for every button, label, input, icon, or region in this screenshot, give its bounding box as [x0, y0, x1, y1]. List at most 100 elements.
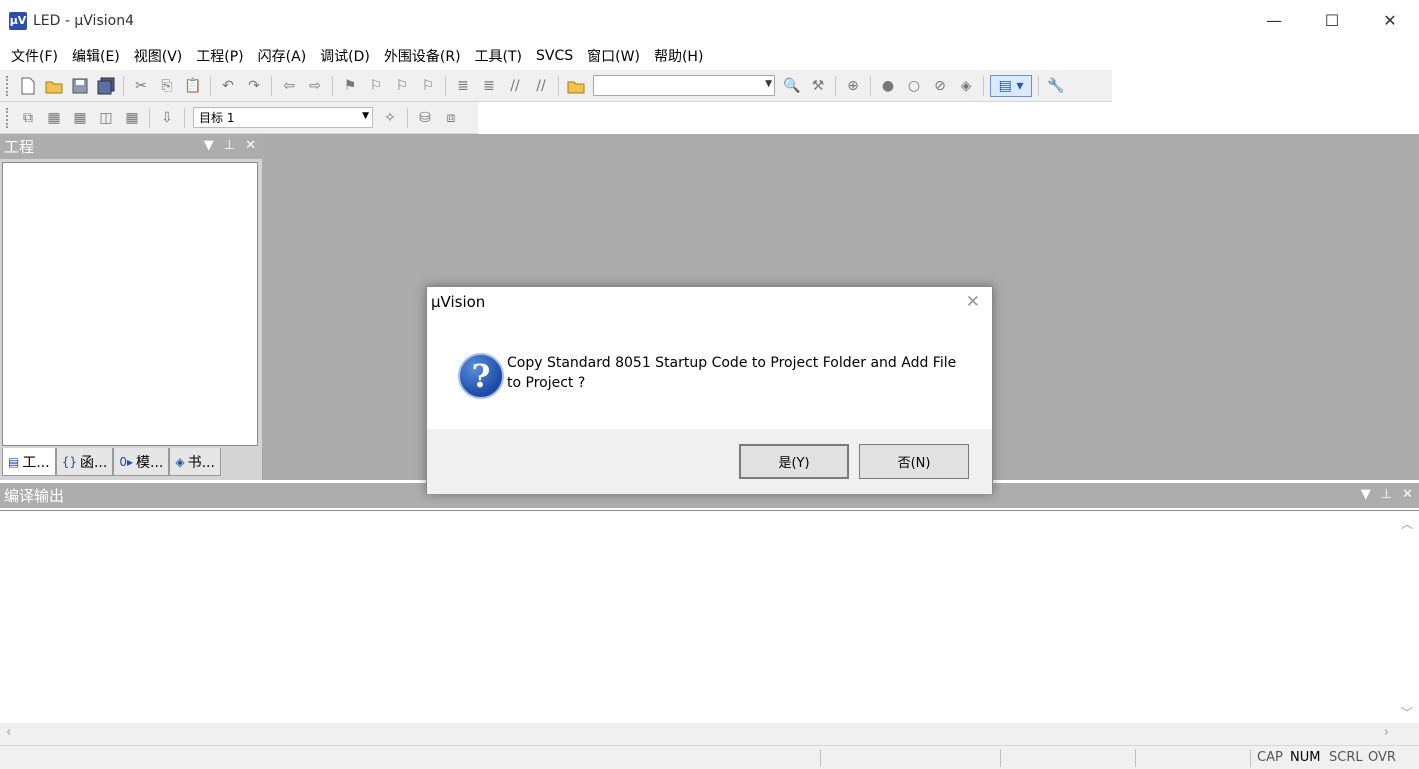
menu-flash[interactable]: 闪存(A) [251, 46, 314, 66]
scroll-left-icon[interactable]: ‹ [6, 725, 11, 740]
scroll-up-icon[interactable]: ︿ [1401, 515, 1413, 532]
menu-edit[interactable]: 编辑(E) [65, 46, 127, 66]
breakpoint-icon[interactable]: ● [877, 75, 899, 97]
target-select[interactable]: 目标 1 ▼ [193, 107, 373, 128]
incremental-find-icon[interactable]: ⚒ [807, 75, 829, 97]
toolbar-grip[interactable] [6, 75, 9, 96]
project-panel-header: 工程 ▼ ⊥ ✕ [0, 134, 262, 159]
menu-bar: 文件(F) 编辑(E) 视图(V) 工程(P) 闪存(A) 调试(D) 外围设备… [0, 41, 1419, 70]
scroll-right-icon[interactable]: › [1384, 725, 1389, 740]
window-layout-icon[interactable]: ▤ ▾ [990, 74, 1032, 97]
menu-project[interactable]: 工程(P) [189, 46, 250, 66]
find-combo[interactable]: ▼ [593, 75, 775, 96]
prev-bookmark-icon[interactable]: ⚐ [365, 75, 387, 97]
horizontal-scrollbar[interactable]: ‹ › [0, 723, 1419, 745]
rebuild-icon[interactable]: ▦ [69, 107, 91, 129]
menu-debug[interactable]: 调试(D) [313, 46, 377, 66]
target-options-icon[interactable]: ✧ [379, 107, 401, 129]
startup-code-dialog: µVision ✕ ? Copy Standard 8051 Startup C… [426, 286, 993, 494]
disable-breakpoint-icon[interactable]: ○ [903, 75, 925, 97]
vertical-scrollbar[interactable]: ︿ ﹀ [1397, 511, 1419, 723]
build-icon[interactable]: ▦ [43, 107, 65, 129]
window-controls: — ☐ ✕ [1245, 0, 1419, 41]
debug-session-icon[interactable]: ⊕ [842, 75, 864, 97]
books-tab-icon: ◈ [175, 454, 185, 469]
build-output[interactable]: ︿ ﹀ ‹ › [0, 510, 1419, 745]
find-icon[interactable]: 🔍 [781, 75, 803, 97]
dialog-close-icon[interactable]: ✕ [966, 292, 980, 312]
tab-functions[interactable]: {} 函... [55, 448, 114, 476]
panel-pin-icon[interactable]: ⊥ [224, 138, 235, 153]
tab-label: 书... [187, 454, 215, 471]
next-bookmark-icon[interactable]: ⚐ [391, 75, 413, 97]
no-button[interactable]: 否(N) [859, 444, 969, 479]
scroll-down-icon[interactable]: ﹀ [1401, 704, 1413, 721]
panel-dropdown-icon[interactable]: ▼ [1361, 487, 1371, 502]
toolbar-grip[interactable] [6, 107, 9, 128]
save-icon[interactable] [69, 75, 91, 97]
panel-close-icon[interactable]: ✕ [1402, 487, 1413, 502]
chevron-down-icon[interactable]: ▼ [765, 79, 772, 89]
caps-indicator: CAP [1257, 750, 1283, 765]
redo-icon[interactable]: ↷ [243, 75, 265, 97]
clear-bookmarks-icon[interactable]: ⚐ [417, 75, 439, 97]
project-tabs: ▤ 工... {} 函... 0▸ 模... ◈ 书... [2, 448, 221, 476]
project-panel: 工程 ▼ ⊥ ✕ ▤ 工... {} 函... 0▸ 模... ◈ 书... [0, 134, 262, 480]
configure-wrench-icon[interactable]: 🔧 [1045, 75, 1067, 97]
open-folder-icon[interactable] [43, 75, 65, 97]
translate-icon[interactable]: ⧉ [17, 107, 39, 129]
functions-tab-icon: {} [61, 454, 77, 469]
kill-breakpoints-icon[interactable]: ◈ [955, 75, 977, 97]
minimize-button[interactable]: — [1245, 0, 1303, 41]
menu-file[interactable]: 文件(F) [4, 46, 65, 66]
copy-icon[interactable]: ⎘ [156, 75, 178, 97]
stop-build-icon[interactable]: ▦ [121, 107, 143, 129]
disable-all-breakpoints-icon[interactable]: ⊘ [929, 75, 951, 97]
maximize-button[interactable]: ☐ [1303, 0, 1361, 41]
project-tree[interactable] [2, 162, 258, 446]
project-tab-icon: ▤ [8, 454, 20, 469]
tab-label: 模... [136, 454, 164, 471]
tab-label: 函... [79, 454, 108, 471]
select-packs-icon[interactable]: ⧈ [440, 107, 462, 129]
manage-components-icon[interactable]: ⛁ [414, 107, 436, 129]
download-load-icon[interactable]: ⇩ [156, 107, 178, 129]
new-file-icon[interactable] [17, 75, 39, 97]
yes-button[interactable]: 是(Y) [739, 444, 849, 479]
menu-window[interactable]: 窗口(W) [580, 46, 647, 66]
batch-build-icon[interactable]: ◫ [95, 107, 117, 129]
title-bar: µV LED - µVision4 — ☐ ✕ [0, 0, 1419, 41]
close-window-button[interactable]: ✕ [1361, 0, 1419, 41]
tab-books[interactable]: ◈ 书... [169, 448, 221, 476]
menu-tools[interactable]: 工具(T) [468, 46, 529, 66]
menu-svcs[interactable]: SVCS [529, 48, 580, 64]
indent-icon[interactable]: ≣ [452, 75, 474, 97]
undo-icon[interactable]: ↶ [217, 75, 239, 97]
dialog-title: µVision [431, 293, 486, 311]
panel-dropdown-icon[interactable]: ▼ [204, 138, 214, 153]
find-in-files-icon[interactable] [565, 75, 587, 97]
bookmark-icon[interactable]: ⚑ [339, 75, 361, 97]
dialog-button-bar: 是(Y) 否(N) [427, 429, 992, 494]
num-indicator: NUM [1290, 750, 1321, 765]
unindent-icon[interactable]: ≣ [478, 75, 500, 97]
templates-tab-icon: 0▸ [119, 454, 134, 469]
panel-pin-icon[interactable]: ⊥ [1381, 487, 1392, 502]
save-all-icon[interactable] [95, 75, 117, 97]
chevron-down-icon[interactable]: ▼ [362, 111, 369, 121]
tab-project[interactable]: ▤ 工... [2, 448, 56, 476]
uncomment-icon[interactable]: // [530, 75, 552, 97]
menu-view[interactable]: 视图(V) [127, 46, 190, 66]
dialog-message: Copy Standard 8051 Startup Code to Proje… [507, 355, 957, 391]
navigate-forward-icon[interactable]: ⇨ [304, 75, 326, 97]
menu-help[interactable]: 帮助(H) [647, 46, 710, 66]
tab-templates[interactable]: 0▸ 模... [113, 448, 170, 476]
target-select-value: 目标 1 [199, 111, 235, 125]
panel-close-icon[interactable]: ✕ [245, 138, 256, 153]
comment-icon[interactable]: // [504, 75, 526, 97]
paste-icon[interactable]: 📋 [182, 75, 204, 97]
window-title: LED - µVision4 [33, 12, 134, 29]
menu-peripherals[interactable]: 外围设备(R) [377, 46, 468, 66]
navigate-back-icon[interactable]: ⇦ [278, 75, 300, 97]
cut-icon[interactable]: ✂ [130, 75, 152, 97]
